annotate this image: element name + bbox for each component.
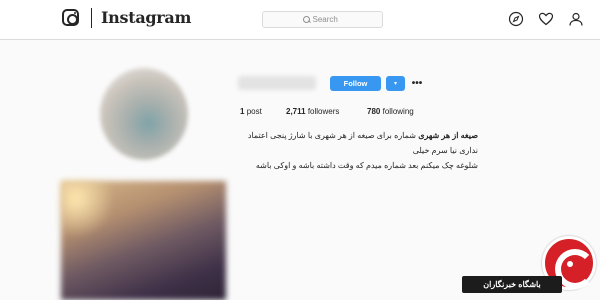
profile-bio: صیغه از هر شهری شماره برای صیغه از هر شه… <box>240 128 478 173</box>
heart-icon[interactable] <box>538 11 554 27</box>
instagram-wordmark[interactable]: Instagram <box>101 8 191 27</box>
top-navigation-bar: Instagram <box>0 0 600 40</box>
bio-line-1: صیغه از هر شهری شماره برای صیغه از هر شه… <box>240 128 478 158</box>
compass-icon[interactable] <box>508 11 524 27</box>
logo-divider <box>91 8 92 28</box>
suggested-accounts-dropdown-button[interactable]: ▾ <box>386 76 405 91</box>
search-input[interactable] <box>312 15 343 24</box>
posts-stat: 1 post <box>240 107 262 116</box>
instagram-logo-icon[interactable] <box>62 9 79 26</box>
bio-name: صیغه از هر شهری <box>418 131 478 140</box>
profile-avatar <box>100 68 188 160</box>
more-options-button[interactable]: ••• <box>409 76 425 91</box>
news-agency-watermark: باشگاه خبرنگاران <box>462 234 600 300</box>
follow-button[interactable]: Follow <box>330 76 381 91</box>
followers-count: 2,711 <box>286 107 306 116</box>
search-icon <box>302 16 310 23</box>
followers-stat[interactable]: 2,711 followers <box>286 107 339 116</box>
watermark-text: باشگاه خبرنگاران <box>462 276 562 293</box>
posts-label: post <box>246 107 262 116</box>
search-box[interactable] <box>262 11 383 28</box>
bio-text-line-2: شلوغه چک میکنم بعد شماره میدم که وقت داش… <box>255 161 478 170</box>
posts-count: 1 <box>240 107 245 116</box>
profile-username <box>238 76 316 90</box>
following-stat[interactable]: 780 following <box>367 107 414 116</box>
post-thumbnail-highlight <box>61 181 111 241</box>
following-count: 780 <box>367 107 381 116</box>
user-icon[interactable] <box>568 11 584 27</box>
followers-label: followers <box>307 107 340 116</box>
following-label: following <box>382 107 414 116</box>
